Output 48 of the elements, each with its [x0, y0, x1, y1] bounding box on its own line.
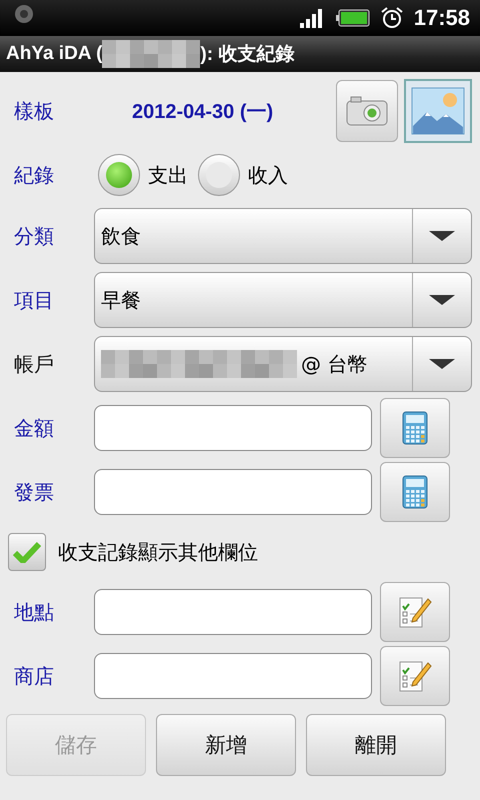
clock-time: 17:58: [414, 5, 470, 31]
checkbox-label[interactable]: 收支記錄顯示其他欄位: [58, 538, 258, 566]
field-label: 樣板: [14, 98, 55, 124]
field-label: 商店: [14, 662, 55, 690]
calculator-icon: [402, 475, 428, 509]
calculator-button[interactable]: [380, 398, 450, 458]
dropdown[interactable]: 飲食: [94, 208, 472, 264]
dropdown-value: 飲食: [101, 222, 141, 250]
battery-icon: [336, 9, 370, 27]
camera-icon: [346, 96, 388, 126]
calculator-icon: [402, 411, 428, 445]
field-label: 項目: [14, 286, 55, 314]
field-label: 金額: [14, 414, 55, 442]
alarm-clock-icon: [380, 6, 404, 30]
dropdown-arrow-icon: [429, 359, 455, 369]
dropdown[interactable]: @ 台幣: [94, 336, 472, 392]
field-label: 發票: [14, 478, 55, 506]
field-label: 帳戶: [14, 350, 55, 378]
checkmark-icon: [13, 541, 41, 563]
notification-icon: [14, 4, 34, 24]
action-button[interactable]: 離開: [306, 714, 446, 776]
input-field[interactable]: [94, 653, 372, 699]
checklist-button[interactable]: [380, 582, 450, 642]
radio-button[interactable]: [198, 154, 240, 196]
date-text[interactable]: 2012-04-30 (一): [132, 98, 274, 124]
input-field[interactable]: [94, 405, 372, 451]
input-field[interactable]: [94, 469, 372, 515]
dropdown[interactable]: 早餐: [94, 272, 472, 328]
dropdown-arrow-icon: [429, 231, 455, 241]
field-label: 紀錄: [14, 162, 55, 188]
window-title: ): 收支紀錄: [200, 43, 294, 67]
dropdown-value: @ 台幣: [301, 350, 368, 378]
checklist-button[interactable]: [380, 646, 450, 706]
dropdown-arrow-icon: [429, 295, 455, 305]
field-label: 地點: [14, 598, 55, 626]
field-label: 分類: [14, 222, 55, 250]
checkbox[interactable]: [8, 533, 46, 571]
radio-label[interactable]: 收入: [248, 162, 288, 188]
radio-button[interactable]: [98, 154, 140, 196]
gallery-button[interactable]: [404, 79, 472, 143]
input-field[interactable]: [94, 589, 372, 635]
window-title: AhYa iDA (: [6, 43, 102, 65]
radio-label[interactable]: 支出: [148, 162, 188, 188]
landscape-image-icon: [410, 86, 466, 136]
dropdown-value: 早餐: [101, 286, 141, 314]
camera-button[interactable]: [336, 80, 398, 142]
calculator-button[interactable]: [380, 462, 450, 522]
action-button[interactable]: 新增: [156, 714, 296, 776]
